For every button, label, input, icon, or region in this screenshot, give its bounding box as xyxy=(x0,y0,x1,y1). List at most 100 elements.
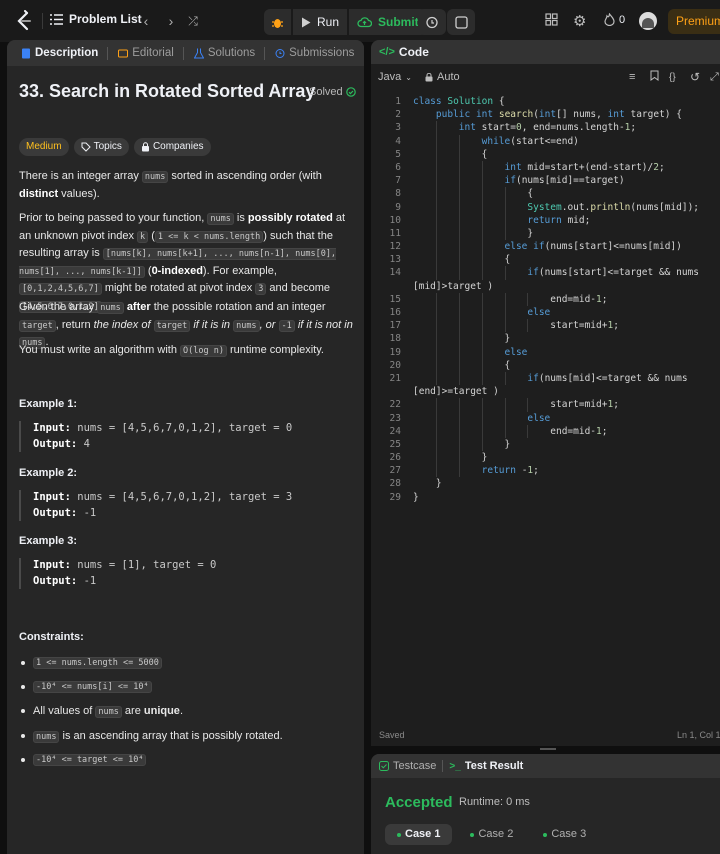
alarm-clock-icon[interactable] xyxy=(418,9,446,35)
code-line[interactable]: 19 else xyxy=(371,345,720,359)
code-line[interactable]: 22 start=mid+1; xyxy=(371,398,720,412)
cloud-upload-icon xyxy=(357,17,373,28)
code-line[interactable]: 10 return mid; xyxy=(371,213,720,227)
line-number: 10 xyxy=(389,214,401,226)
code-text: if(nums[start]<=target && nums xyxy=(527,267,699,279)
code-line[interactable]: 28 } xyxy=(371,477,720,490)
example-2-title: Example 2: xyxy=(19,467,78,479)
code-editor[interactable]: 1 class Solution {2 public int search(int… xyxy=(371,95,720,504)
difficulty-badge: Medium xyxy=(19,138,69,156)
code-line[interactable]: 3 int start=0, end=nums.length-1; xyxy=(371,121,720,135)
result-status: Accepted xyxy=(385,794,453,811)
braces-icon[interactable]: {} xyxy=(669,72,676,83)
code-line[interactable]: [mid]>target ) xyxy=(371,280,720,293)
panel-resize-handle[interactable] xyxy=(540,748,556,750)
code-text: { xyxy=(413,359,511,371)
code-line[interactable]: 29} xyxy=(371,491,720,504)
book-icon xyxy=(118,49,129,57)
premium-button[interactable]: Premium xyxy=(668,9,720,34)
submit-label: Submit xyxy=(378,15,419,29)
language-select[interactable]: Java ⌄ xyxy=(378,71,412,83)
code-line[interactable]: 21 if(nums[mid]<=target && nums xyxy=(371,371,720,386)
companies-label: Companies xyxy=(152,141,204,152)
code-text: [mid]>target ) xyxy=(413,280,494,292)
code-line[interactable]: 14 if(nums[start]<=target && nums xyxy=(371,266,720,280)
code-line[interactable]: 24 end=mid-1; xyxy=(371,424,720,438)
code-text: } xyxy=(413,452,488,464)
reset-icon[interactable]: ↺ xyxy=(690,70,700,84)
code-line[interactable]: 1 class Solution { xyxy=(371,95,720,108)
line-number: 18 xyxy=(389,333,401,345)
companies-tag[interactable]: Companies xyxy=(133,138,211,156)
code-line[interactable]: 15 end=mid-1; xyxy=(371,292,720,306)
example-3-input-label: Input: xyxy=(33,559,71,571)
settings-gear-icon[interactable]: ⚙ xyxy=(573,12,586,30)
code-line[interactable]: 18 } xyxy=(371,332,720,346)
code-line[interactable]: 27 return -1; xyxy=(371,464,720,478)
tab-description[interactable]: Description xyxy=(16,46,113,60)
code-text: if(nums[mid]==target) xyxy=(504,175,625,187)
prev-problem-icon[interactable]: ‹ xyxy=(138,12,154,30)
code-line[interactable]: 6 int mid=start+(end-start)/2; xyxy=(371,160,720,175)
code-line[interactable]: 26 } xyxy=(371,451,720,465)
code-line[interactable]: 17 start=mid+1; xyxy=(371,319,720,333)
example-1-input-label: Input: xyxy=(33,422,71,434)
code-text: else xyxy=(504,346,528,358)
example-2-output: -1 xyxy=(77,506,97,519)
tab-test-result[interactable]: >_ Test Result xyxy=(449,760,523,772)
code-line[interactable]: 5 { xyxy=(371,147,720,161)
case-tab[interactable]: Case 1 xyxy=(385,824,453,845)
format-icon[interactable]: ≡ xyxy=(629,71,635,83)
tab-testcase[interactable]: Testcase xyxy=(379,760,436,772)
case-tab[interactable]: Case 2 xyxy=(458,824,525,845)
code-line[interactable]: 16 else xyxy=(371,306,720,320)
auto-mode-toggle[interactable]: Auto xyxy=(425,71,460,83)
code-line[interactable]: 25 } xyxy=(371,437,720,452)
code-line[interactable]: 8 { xyxy=(371,187,720,201)
code-line[interactable]: 23 else xyxy=(371,411,720,425)
code-line[interactable]: 12 else if(nums[start]<=nums[mid]) xyxy=(371,240,720,254)
example-1-output: 4 xyxy=(77,437,90,450)
code-line[interactable]: 2 public int search(int[] nums, int targ… xyxy=(371,108,720,121)
expand-icon[interactable]: ⤢ xyxy=(710,71,719,84)
constraints-title: Constraints: xyxy=(19,631,84,643)
next-problem-icon[interactable]: › xyxy=(163,12,179,30)
problem-list-button[interactable]: Problem List xyxy=(50,12,142,26)
code-line[interactable]: 9 System.out.println(nums[mid]); xyxy=(371,200,720,214)
leetcode-logo-icon[interactable] xyxy=(14,10,34,32)
debug-button[interactable] xyxy=(264,9,291,35)
code-text: int mid=start+(end-start)/2; xyxy=(504,161,665,173)
case-tab[interactable]: Case 3 xyxy=(531,824,598,845)
line-number: 2 xyxy=(395,109,401,121)
code-line[interactable]: [end]>=target ) xyxy=(371,385,720,398)
problem-list-label: Problem List xyxy=(69,12,142,26)
code-text: } xyxy=(413,478,442,490)
example-2-output-label: Output: xyxy=(33,506,78,519)
code-text: } xyxy=(413,333,511,345)
problem-title[interactable]: 33. Search in Rotated Sorted Array xyxy=(19,81,315,102)
layout-grid-icon[interactable] xyxy=(545,13,558,29)
submit-button[interactable]: Submit xyxy=(349,9,427,35)
editor-toolbar: Java ⌄ Auto ≡ {} ↺ ⤢ xyxy=(371,66,720,88)
topics-label: Topics xyxy=(93,141,122,152)
tab-editorial[interactable]: Editorial xyxy=(113,46,189,60)
shuffle-icon[interactable]: ⤮ xyxy=(185,12,201,30)
notes-icon[interactable] xyxy=(447,9,475,35)
code-text: [end]>=target ) xyxy=(413,386,499,398)
avatar[interactable] xyxy=(639,12,657,30)
code-line[interactable]: 11 } xyxy=(371,226,720,241)
code-text: } xyxy=(413,438,511,450)
streak-counter[interactable]: 0 xyxy=(604,13,625,26)
topics-tag[interactable]: Topics xyxy=(73,138,129,156)
tab-solutions[interactable]: Solutions xyxy=(189,46,270,60)
bookmark-icon[interactable] xyxy=(650,70,659,84)
code-line[interactable]: 7 if(nums[mid]==target) xyxy=(371,174,720,188)
code-line[interactable]: 20 { xyxy=(371,358,720,372)
run-button[interactable]: Run xyxy=(293,9,348,35)
example-3-title: Example 3: xyxy=(19,535,78,547)
line-number: 26 xyxy=(389,452,401,464)
code-line[interactable]: 4 while(start<=end) xyxy=(371,134,720,148)
code-line[interactable]: 13 { xyxy=(371,253,720,267)
tag-icon xyxy=(81,142,91,152)
tab-submissions[interactable]: Submissions xyxy=(270,47,359,59)
